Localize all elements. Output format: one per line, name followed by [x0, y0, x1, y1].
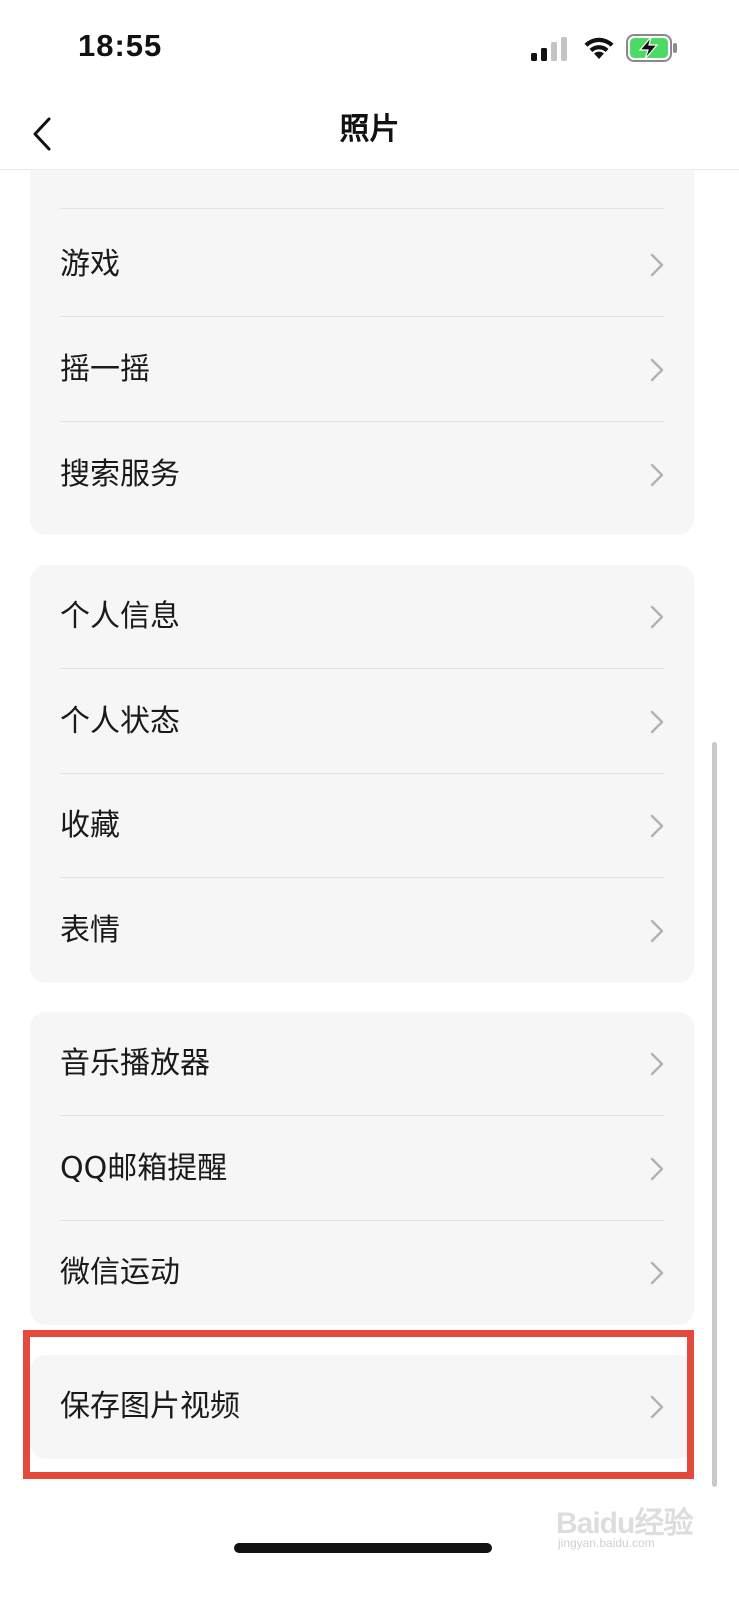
settings-group-2: 个人信息 个人状态 收藏 表情	[30, 565, 694, 983]
settings-row-music-player[interactable]: 音乐播放器	[30, 1012, 694, 1116]
row-label: 保存图片视频	[60, 1389, 240, 1424]
settings-row-personal-status[interactable]: 个人状态	[30, 670, 694, 774]
row-divider	[60, 1115, 664, 1116]
status-bar: 18:55	[0, 0, 739, 100]
settings-row-wechat-sports[interactable]: 微信运动	[30, 1221, 694, 1325]
settings-row-shake[interactable]: 摇一摇	[30, 318, 694, 422]
status-time: 18:55	[78, 28, 163, 63]
page-title: 照片	[339, 112, 400, 147]
settings-row-qq-mail-reminder[interactable]: QQ邮箱提醒	[30, 1117, 694, 1221]
row-label: 个人状态	[60, 704, 180, 739]
row-label: 音乐播放器	[60, 1046, 210, 1081]
scroll-indicator[interactable]	[712, 742, 717, 1487]
settings-list[interactable]: 扫一扫 游戏 摇一摇 搜索服务 个人信息	[0, 100, 739, 1600]
row-label: 个人信息	[60, 599, 180, 634]
chevron-right-icon	[650, 1261, 664, 1285]
row-label: 游戏	[60, 247, 120, 282]
chevron-right-icon	[650, 919, 664, 943]
cellular-signal-icon	[531, 37, 567, 61]
row-divider	[60, 877, 664, 878]
row-label: 收藏	[60, 808, 120, 843]
row-label: 搜索服务	[60, 457, 180, 492]
settings-row-games[interactable]: 游戏	[30, 213, 694, 317]
settings-row-personal-info[interactable]: 个人信息	[30, 565, 694, 669]
settings-row-favorites[interactable]: 收藏	[30, 774, 694, 878]
chevron-right-icon	[650, 710, 664, 734]
chevron-right-icon	[650, 605, 664, 629]
chevron-right-icon	[650, 253, 664, 277]
screen: 18:55 照片 游戏 摇一摇 搜索服务 个人信息 个人状态 收藏 表情 音乐播…	[0, 0, 739, 1600]
row-divider	[60, 668, 664, 669]
row-label: QQ邮箱提醒	[60, 1151, 228, 1186]
settings-group-3: 音乐播放器 QQ邮箱提醒 微信运动	[30, 1012, 694, 1325]
settings-row-stickers[interactable]: 表情	[30, 879, 694, 983]
navigation-bar: 照片	[0, 100, 739, 170]
row-divider	[60, 316, 664, 317]
chevron-right-icon	[650, 1157, 664, 1181]
row-label: 摇一摇	[60, 352, 150, 387]
settings-row-search-service[interactable]: 搜索服务	[30, 423, 694, 527]
row-divider	[60, 421, 664, 422]
row-divider	[60, 208, 664, 209]
chevron-right-icon	[650, 358, 664, 382]
chevron-right-icon	[650, 463, 664, 487]
battery-charging-icon	[626, 34, 677, 62]
home-indicator[interactable]	[234, 1543, 492, 1553]
chevron-right-icon	[650, 1052, 664, 1076]
settings-row-save-photos-videos[interactable]: 保存图片视频	[30, 1355, 694, 1459]
chevron-right-icon	[650, 814, 664, 838]
row-label: 表情	[60, 913, 120, 948]
settings-group-4: 保存图片视频	[30, 1355, 694, 1459]
row-label: 微信运动	[60, 1255, 180, 1290]
wifi-icon	[584, 37, 614, 59]
chevron-right-icon	[650, 1395, 664, 1419]
